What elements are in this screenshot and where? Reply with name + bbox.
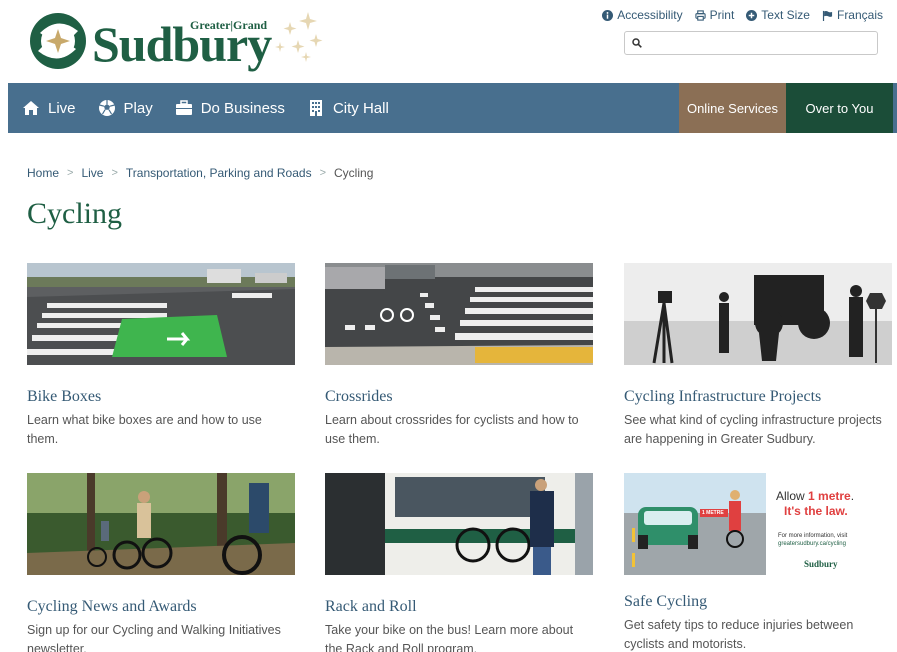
safe-cycling-url: greatersudbury.ca/cycling bbox=[778, 541, 846, 547]
francais-link[interactable]: Français bbox=[822, 8, 883, 22]
print-icon bbox=[694, 9, 706, 21]
search-input[interactable] bbox=[648, 36, 868, 50]
card-safe-cycling[interactable]: Allow 1 metre. It's the law. For more in… bbox=[624, 473, 892, 652]
breadcrumb-home[interactable]: Home bbox=[27, 166, 59, 180]
card-description: Learn about crossrides for cyclists and … bbox=[325, 413, 579, 446]
building-icon bbox=[309, 100, 322, 116]
page-title: Cycling bbox=[27, 197, 122, 230]
breadcrumb-current: Cycling bbox=[334, 166, 374, 180]
francais-label: Français bbox=[836, 8, 883, 22]
accessibility-label: Accessibility bbox=[617, 8, 683, 22]
safe-cycling-allow: Allow bbox=[776, 489, 809, 503]
nav-edge bbox=[893, 83, 897, 133]
print-link[interactable]: Print bbox=[694, 8, 735, 22]
card-description: Get safety tips to reduce injuries betwe… bbox=[624, 618, 854, 651]
safe-cycling-heading: Allow 1 metre. bbox=[776, 489, 854, 503]
cycling-news-image[interactable] bbox=[27, 473, 295, 575]
logo-mark-icon bbox=[30, 13, 86, 69]
stars-icon bbox=[275, 12, 323, 62]
search-box[interactable] bbox=[624, 31, 878, 55]
flag-icon bbox=[822, 10, 833, 21]
card-rack-and-roll[interactable]: Rack and Roll Take your bike on the bus!… bbox=[325, 473, 593, 652]
card-description: Sign up for our Cycling and Walking Init… bbox=[27, 623, 281, 652]
over-to-you-button[interactable]: Over to You bbox=[786, 83, 893, 133]
card-title[interactable]: Cycling News and Awards bbox=[27, 598, 295, 616]
plus-icon bbox=[746, 9, 758, 21]
card-title[interactable]: Crossrides bbox=[325, 388, 593, 406]
info-icon bbox=[602, 9, 614, 21]
breadcrumb-transportation[interactable]: Transportation, Parking and Roads bbox=[126, 166, 312, 180]
print-label: Print bbox=[709, 8, 735, 22]
safe-cycling-metre: 1 metre bbox=[808, 489, 851, 503]
card-description: See what kind of cycling infrastructure … bbox=[624, 413, 882, 446]
card-description: Learn what bike boxes are and how to use… bbox=[27, 413, 262, 446]
breadcrumb-separator: > bbox=[67, 167, 74, 179]
breadcrumb: Home > Live > Transportation, Parking an… bbox=[27, 166, 373, 180]
safe-cycling-info: For more information, visit bbox=[778, 533, 848, 539]
card-cycling-news[interactable]: Cycling News and Awards Sign up for our … bbox=[27, 473, 295, 652]
nav-item-do-business[interactable]: Do Business bbox=[175, 99, 285, 117]
card-title[interactable]: Safe Cycling bbox=[624, 593, 892, 611]
main-nav: Live Play Do Business City Hall Online S… bbox=[8, 83, 897, 133]
nav-item-city-hall[interactable]: City Hall bbox=[307, 99, 389, 117]
breadcrumb-separator: > bbox=[111, 167, 118, 179]
nav-item-live[interactable]: Live bbox=[22, 99, 76, 117]
crossrides-image[interactable] bbox=[325, 263, 593, 365]
bike-boxes-image[interactable] bbox=[27, 263, 295, 365]
nav-live-label: Live bbox=[48, 99, 76, 117]
briefcase-icon bbox=[175, 100, 192, 115]
safe-cycling-law: It's the law. bbox=[784, 504, 848, 518]
nav-play-label: Play bbox=[123, 99, 153, 117]
card-title[interactable]: Cycling Infrastructure Projects bbox=[624, 388, 892, 406]
card-title[interactable]: Bike Boxes bbox=[27, 388, 295, 406]
nav-do-business-label: Do Business bbox=[200, 99, 285, 117]
logo-wordmark: Sudbury bbox=[92, 16, 272, 72]
breadcrumb-separator: > bbox=[319, 167, 327, 179]
accessibility-link[interactable]: Accessibility bbox=[602, 8, 683, 22]
safe-cycling-period: . bbox=[850, 489, 855, 503]
ball-icon bbox=[98, 100, 115, 116]
card-description: Take your bike on the bus! Learn more ab… bbox=[325, 623, 574, 652]
breadcrumb-live[interactable]: Live bbox=[81, 166, 103, 180]
city-logo[interactable]: Greater|Grand Sudbury bbox=[28, 6, 328, 76]
rack-and-roll-image[interactable] bbox=[325, 473, 593, 575]
utility-links: Accessibility Print Text Size Français bbox=[602, 8, 883, 22]
safe-cycling-sign: 1 METRE bbox=[702, 510, 724, 516]
card-title[interactable]: Rack and Roll bbox=[325, 598, 593, 616]
card-crossrides[interactable]: Crossrides Learn about crossrides for cy… bbox=[325, 263, 593, 449]
online-services-button[interactable]: Online Services bbox=[679, 83, 786, 133]
search-icon[interactable] bbox=[632, 38, 642, 48]
safe-cycling-image[interactable]: Allow 1 metre. It's the law. For more in… bbox=[624, 473, 892, 575]
text-size-link[interactable]: Text Size bbox=[746, 8, 810, 22]
safe-cycling-brand: Sudbury bbox=[804, 559, 838, 569]
card-cycling-infrastructure[interactable]: Cycling Infrastructure Projects See what… bbox=[624, 263, 892, 449]
home-icon bbox=[23, 101, 39, 115]
nav-city-hall-label: City Hall bbox=[332, 99, 389, 117]
nav-item-play[interactable]: Play bbox=[98, 99, 153, 117]
cycling-infrastructure-image[interactable] bbox=[624, 263, 892, 365]
text-size-label: Text Size bbox=[761, 8, 810, 22]
card-bike-boxes[interactable]: Bike Boxes Learn what bike boxes are and… bbox=[27, 263, 295, 449]
